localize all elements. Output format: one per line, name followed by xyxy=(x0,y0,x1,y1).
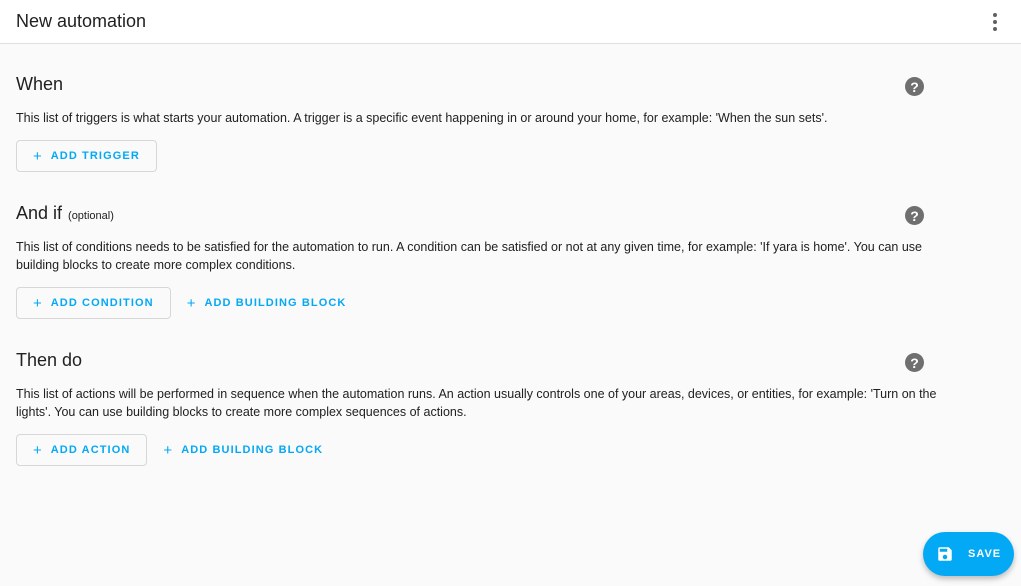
section-description: This list of triggers is what starts you… xyxy=(16,111,828,125)
button-row: + ADD ACTION + ADD BUILDING BLOCK xyxy=(16,434,944,466)
dots-vertical-icon xyxy=(993,13,997,17)
section-header: Then do xyxy=(16,350,944,374)
add-condition-button[interactable]: + ADD CONDITION xyxy=(16,287,171,319)
help-circle-icon[interactable]: ? xyxy=(905,206,924,225)
section-title: Then do xyxy=(16,350,83,370)
section-header: When xyxy=(16,74,944,98)
add-trigger-button[interactable]: + ADD TRIGGER xyxy=(16,140,157,172)
plus-icon: + xyxy=(33,147,42,165)
button-row: + ADD TRIGGER xyxy=(16,140,944,172)
section-description: This list of conditions needs to be sati… xyxy=(16,240,922,272)
page-title: New automation xyxy=(16,11,147,31)
button-label: ADD TRIGGER xyxy=(50,150,140,162)
plus-icon: + xyxy=(163,441,173,459)
section-header: And if (optional) xyxy=(16,203,944,227)
section-actions: Then do ? This list of actions will be p… xyxy=(16,350,944,466)
help-circle-icon[interactable]: ? xyxy=(905,77,924,96)
button-label: ADD CONDITION xyxy=(50,297,154,309)
section-description: This list of actions will be performed i… xyxy=(16,387,937,419)
content-save-icon xyxy=(938,547,952,561)
plus-icon: + xyxy=(33,441,42,459)
top-app-bar: New automation xyxy=(0,0,1021,44)
plus-icon: + xyxy=(186,294,196,312)
button-label: ADD BUILDING BLOCK xyxy=(181,444,324,456)
button-label: ADD ACTION xyxy=(50,444,131,456)
dots-vertical-icon-dot xyxy=(993,20,997,24)
button-label: ADD BUILDING BLOCK xyxy=(204,297,347,309)
plus-icon: + xyxy=(33,294,42,312)
add-building-block-button[interactable]: + ADD BUILDING BLOCK xyxy=(147,434,339,466)
section-title: When xyxy=(16,74,64,94)
dots-vertical-icon-dot xyxy=(993,27,997,31)
button-row: + ADD CONDITION + ADD BUILDING BLOCK xyxy=(16,287,944,319)
add-building-block-button[interactable]: + ADD BUILDING BLOCK xyxy=(171,287,363,319)
section-subtitle: (optional) xyxy=(68,210,114,222)
section-conditions: And if (optional) ? This list of conditi… xyxy=(16,203,944,319)
automation-editor: When ? This list of triggers is what sta… xyxy=(0,74,960,466)
help-circle-icon[interactable]: ? xyxy=(905,353,924,372)
overflow-menu-button[interactable] xyxy=(979,6,1011,38)
save-button[interactable]: SAVE xyxy=(923,532,1014,576)
save-label: SAVE xyxy=(968,548,1002,560)
section-triggers: When ? This list of triggers is what sta… xyxy=(16,74,944,172)
add-action-button[interactable]: + ADD ACTION xyxy=(16,434,148,466)
section-title: And if xyxy=(16,203,63,223)
